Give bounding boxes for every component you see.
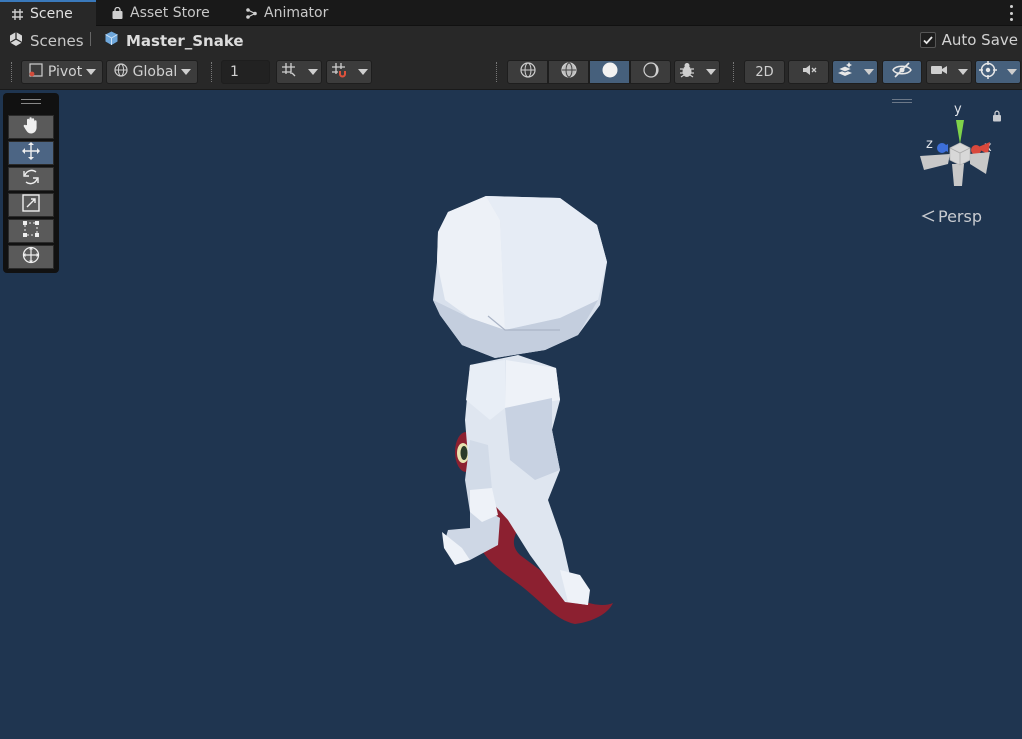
- gizmo-y-cone[interactable]: [956, 120, 964, 144]
- gizmo-neg-y-cone[interactable]: [952, 164, 964, 186]
- bug-icon: [678, 61, 696, 83]
- grid-size-value: 1: [230, 64, 239, 80]
- hand-icon: [21, 115, 41, 139]
- snake-pupil: [460, 446, 468, 460]
- gizmo-z-ball: [937, 143, 947, 153]
- animator-graph-icon: [244, 6, 258, 20]
- chevron-down-icon: [1007, 69, 1017, 75]
- camera-settings-dropdown[interactable]: [926, 60, 972, 84]
- scene-toolbar: Pivot Global 1 2D: [0, 54, 1022, 90]
- breadcrumb: Scenes Master_Snake Auto Save: [0, 26, 1022, 54]
- breadcrumb-current-label: Master_Snake: [126, 31, 244, 50]
- prefab-cube-icon: [103, 30, 120, 51]
- increment-snap-dropdown[interactable]: [326, 60, 372, 84]
- breadcrumb-separator: [90, 32, 91, 46]
- tab-label: Asset Store: [130, 5, 210, 21]
- unlit-button[interactable]: [630, 60, 671, 84]
- speaker-mute-icon: [800, 61, 818, 83]
- chevron-down-icon: [357, 69, 368, 75]
- orientation-gizmo[interactable]: y x z: [914, 98, 1004, 198]
- toolbar-grip[interactable]: [496, 62, 498, 82]
- tab-label: Scene: [30, 6, 73, 22]
- chevron-down-icon: [86, 69, 97, 75]
- auto-save-checkbox[interactable]: [919, 32, 936, 48]
- breadcrumb-scenes[interactable]: Scenes: [8, 31, 84, 51]
- transform-tool-button[interactable]: [8, 245, 54, 269]
- more-options-icon[interactable]: [1008, 5, 1014, 21]
- editor-tab-bar: Scene Asset Store Animator: [0, 0, 1022, 26]
- wireframe-sphere-icon: [519, 61, 537, 83]
- hidden-eye-icon: [892, 61, 912, 83]
- auto-save-label: Auto Save: [941, 31, 1018, 49]
- rect-tool-button[interactable]: [8, 219, 54, 243]
- scale-icon: [21, 193, 41, 217]
- mode-2d-toggle[interactable]: 2D: [744, 60, 785, 84]
- gizmo-globe-icon: [979, 61, 997, 83]
- tab-label: Animator: [264, 5, 329, 21]
- magnet-grid-icon: [331, 62, 347, 82]
- rect-transform-icon: [21, 219, 41, 243]
- pivot-dropdown[interactable]: Pivot: [21, 60, 103, 84]
- tab-scene[interactable]: Scene: [0, 0, 96, 26]
- hand-tool-button[interactable]: [8, 115, 54, 139]
- pivot-label: Pivot: [47, 64, 83, 80]
- perspective-wedge-icon: [921, 207, 935, 226]
- character-model[interactable]: [0, 91, 1022, 739]
- toolbar-grip[interactable]: [733, 62, 735, 82]
- lock-icon[interactable]: [992, 110, 1002, 126]
- auto-save-toggle[interactable]: Auto Save: [919, 31, 1018, 49]
- grid-size-input[interactable]: 1: [221, 60, 270, 84]
- chevron-down-icon: [181, 69, 192, 75]
- global-dropdown[interactable]: Global: [106, 60, 198, 84]
- projection-toggle[interactable]: Persp: [921, 207, 982, 226]
- gizmos-dropdown[interactable]: [975, 60, 1021, 84]
- chevron-down-icon: [864, 69, 874, 75]
- shaded-button[interactable]: [589, 60, 630, 84]
- shaded-wireframe-sphere-icon: [560, 61, 578, 83]
- scale-tool-button[interactable]: [8, 193, 54, 217]
- video-camera-icon: [930, 61, 948, 83]
- chevron-down-icon: [307, 69, 318, 75]
- wireframe-shading-button[interactable]: [507, 60, 548, 84]
- globe-icon: [113, 62, 129, 82]
- unity-logo-icon: [8, 31, 24, 51]
- breadcrumb-current[interactable]: Master_Snake: [103, 30, 244, 51]
- gizmo-drag-handle[interactable]: [892, 99, 912, 103]
- transform-combined-icon: [21, 245, 41, 269]
- grid-snap-icon: [281, 62, 297, 82]
- gizmo-axis-z: z: [926, 137, 933, 152]
- layers-effects-icon: [836, 61, 854, 83]
- rotate-tool-button[interactable]: [8, 167, 54, 191]
- palette-drag-handle[interactable]: [21, 99, 41, 104]
- rotate-icon: [21, 167, 41, 191]
- projection-label: Persp: [938, 207, 982, 226]
- debug-draw-mode-dropdown[interactable]: [674, 60, 720, 84]
- scene-visibility-toggle[interactable]: [882, 60, 922, 84]
- global-label: Global: [132, 64, 178, 80]
- mode-2d-label: 2D: [755, 64, 774, 80]
- pivot-icon: [28, 62, 44, 82]
- gizmo-neg-z-cone[interactable]: [920, 154, 950, 170]
- grid-hash-icon: [10, 7, 24, 21]
- tab-asset-store[interactable]: Asset Store: [100, 0, 220, 26]
- shaded-sphere-icon: [601, 61, 619, 83]
- breadcrumb-root-label: Scenes: [30, 32, 84, 50]
- move-arrows-icon: [21, 141, 41, 165]
- gizmo-axis-y: y: [954, 102, 962, 117]
- gizmo-neg-x-cone[interactable]: [970, 152, 990, 174]
- scene-viewport[interactable]: [0, 91, 1022, 739]
- chevron-down-icon: [706, 69, 716, 75]
- audio-toggle[interactable]: [788, 60, 829, 84]
- unlit-moon-icon: [642, 61, 660, 83]
- effects-dropdown[interactable]: [832, 60, 878, 84]
- toolbar-grip[interactable]: [211, 62, 213, 82]
- chevron-down-icon: [958, 69, 968, 75]
- toolbar-grip[interactable]: [11, 62, 13, 82]
- move-tool-button[interactable]: [8, 141, 54, 165]
- tools-palette: [3, 93, 59, 273]
- shopping-bag-icon: [110, 6, 124, 20]
- grid-visibility-dropdown[interactable]: [276, 60, 322, 84]
- shaded-wireframe-button[interactable]: [548, 60, 589, 84]
- tab-animator[interactable]: Animator: [234, 0, 338, 26]
